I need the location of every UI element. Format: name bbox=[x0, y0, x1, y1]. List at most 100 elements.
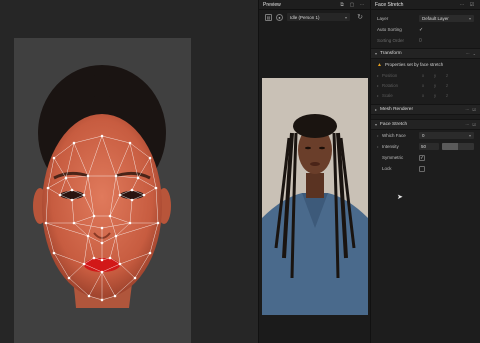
inspector-title: Face Stretch bbox=[375, 1, 404, 8]
mesh-vertex bbox=[128, 221, 132, 225]
mesh-vertex bbox=[114, 174, 118, 178]
intensity-label: Intensity bbox=[382, 144, 399, 149]
mesh-vertex bbox=[58, 193, 62, 197]
chevron-down-icon: ▾ bbox=[468, 16, 471, 21]
frame-icon[interactable]: ▤ bbox=[265, 13, 272, 21]
enable-checkbox-icon[interactable]: ☑ bbox=[472, 107, 476, 112]
scale-label: Scale bbox=[382, 92, 393, 98]
mesh-vertex bbox=[100, 241, 104, 245]
intensity-input[interactable]: 50 bbox=[419, 143, 439, 150]
enable-checkbox-icon[interactable]: ☑ bbox=[472, 122, 476, 127]
which-face-row: • Which Face 0 ▾ bbox=[371, 130, 480, 141]
more-icon[interactable]: ⋯ bbox=[358, 1, 366, 9]
more-icon[interactable]: ⋯ bbox=[458, 1, 466, 9]
mesh-vertex bbox=[92, 256, 96, 260]
mesh-vertex bbox=[130, 188, 134, 192]
mesh-vertex bbox=[108, 214, 112, 218]
transform-title: Transform bbox=[380, 51, 402, 56]
mesh-vertex bbox=[64, 176, 68, 180]
refresh-icon[interactable]: ↻ bbox=[356, 13, 364, 21]
mesh-vertex bbox=[100, 134, 104, 138]
layer-value: Default Layer bbox=[422, 16, 449, 21]
mesh-vertex bbox=[52, 251, 56, 255]
transform-section-header[interactable]: ▾ Transform ⋯ ⌄ bbox=[371, 48, 480, 59]
symmetric-checkbox[interactable]: ✓ bbox=[419, 154, 425, 161]
rotation-row: • Rotation xyz bbox=[377, 82, 449, 88]
sorting-order-row: Sorting Order 0 bbox=[371, 35, 480, 46]
camera-preview-image bbox=[262, 78, 368, 315]
which-face-dropdown[interactable]: 0 ▾ bbox=[419, 132, 474, 139]
layer-label: Layer bbox=[377, 16, 389, 21]
mesh-vertex bbox=[100, 226, 104, 230]
auto-sorting-checkbox[interactable]: ✓ bbox=[419, 27, 423, 33]
position-label: Position bbox=[382, 72, 398, 78]
mesh-vertex bbox=[148, 251, 152, 255]
camera-icon[interactable]: ● bbox=[276, 13, 283, 21]
intensity-row: • Intensity 50 bbox=[371, 141, 480, 152]
auto-sorting-label: Auto Sorting bbox=[377, 27, 402, 32]
mesh-vertex bbox=[100, 270, 104, 274]
device-select-value: Idle (Person 1) bbox=[290, 14, 320, 20]
mesh-vertex bbox=[86, 234, 90, 238]
transform-warning: ▲ Properties set by face stretch bbox=[371, 59, 480, 70]
mesh-vertex bbox=[82, 262, 86, 266]
mesh-vertex bbox=[114, 234, 118, 238]
mesh-vertex bbox=[67, 276, 71, 280]
preview-title: Preview bbox=[263, 1, 281, 8]
popout-icon[interactable]: ⧉ bbox=[338, 1, 346, 9]
position-row: • Position xyz bbox=[377, 72, 449, 78]
preview-titlebar: Preview ⧉ ▢ ⋯ bbox=[259, 0, 370, 10]
scale-row: • Scale xyz bbox=[377, 92, 449, 98]
preview-panel: Preview ⧉ ▢ ⋯ ▤ ● Idle (Person 1) ▾ ↻ bbox=[258, 0, 370, 343]
chevron-down-icon: ▾ bbox=[468, 133, 471, 138]
mesh-vertex bbox=[92, 214, 96, 218]
intensity-slider[interactable] bbox=[442, 143, 474, 150]
mesh-vertex bbox=[46, 186, 50, 190]
mesh-vertex bbox=[130, 198, 134, 202]
warning-icon: ▲ bbox=[377, 61, 382, 68]
lock-label: Lock bbox=[382, 166, 392, 171]
mesh-vertex bbox=[128, 141, 132, 145]
mesh-vertex bbox=[70, 188, 74, 192]
mesh-vertex bbox=[148, 156, 152, 160]
face-canvas[interactable] bbox=[14, 38, 191, 343]
mesh-vertex bbox=[100, 258, 104, 262]
maximize-icon[interactable]: ▢ bbox=[348, 1, 356, 9]
sorting-order-label: Sorting Order bbox=[377, 38, 405, 43]
symmetric-row: Symmetric ✓ bbox=[371, 152, 480, 163]
more-icon[interactable]: ⋯ bbox=[466, 51, 470, 56]
mesh-vertex bbox=[136, 176, 140, 180]
mesh-vertex bbox=[72, 221, 76, 225]
mesh-vertex bbox=[87, 294, 91, 298]
mesh-vertex bbox=[118, 193, 122, 197]
mesh-vertex bbox=[86, 174, 90, 178]
lock-checkbox[interactable] bbox=[419, 165, 425, 172]
mesh-vertex bbox=[52, 156, 56, 160]
mesh-vertex bbox=[82, 193, 86, 197]
inspector-panel: Face Stretch ⋯ ☑ Layer Default Layer ▾ A… bbox=[370, 0, 480, 343]
scene-viewport[interactable] bbox=[0, 0, 258, 343]
more-icon[interactable]: ⋯ bbox=[465, 107, 469, 112]
mesh-vertex bbox=[142, 193, 146, 197]
mesh-vertex bbox=[113, 294, 117, 298]
mesh-vertex bbox=[156, 221, 160, 225]
which-face-label: Which Face bbox=[382, 133, 406, 138]
checkbox-icon[interactable]: ☑ bbox=[468, 1, 476, 9]
mesh-vertex bbox=[72, 141, 76, 145]
layer-dropdown[interactable]: Default Layer ▾ bbox=[419, 15, 474, 22]
intensity-slider-fill bbox=[442, 143, 458, 150]
which-face-value: 0 bbox=[422, 133, 425, 138]
mesh-renderer-section-header[interactable]: ▸ Mesh Renderer ⋯ ☑ bbox=[371, 104, 480, 115]
mesh-vertex bbox=[154, 186, 158, 190]
mesh-vertex bbox=[44, 221, 48, 225]
mesh-vertex bbox=[133, 276, 137, 280]
rotation-label: Rotation bbox=[382, 82, 399, 88]
more-icon[interactable]: ⋯ bbox=[465, 122, 469, 127]
chevron-down-icon: ▾ bbox=[344, 14, 347, 20]
collapse-icon[interactable]: ⌄ bbox=[473, 51, 476, 56]
mesh-vertex bbox=[118, 262, 122, 266]
device-select[interactable]: Idle (Person 1) ▾ bbox=[287, 13, 350, 21]
face-stretch-section-header[interactable]: ▾ Face Stretch ⋯ ☑ bbox=[371, 119, 480, 130]
mesh-renderer-title: Mesh Renderer bbox=[380, 107, 414, 112]
mesh-vertex bbox=[70, 198, 74, 202]
